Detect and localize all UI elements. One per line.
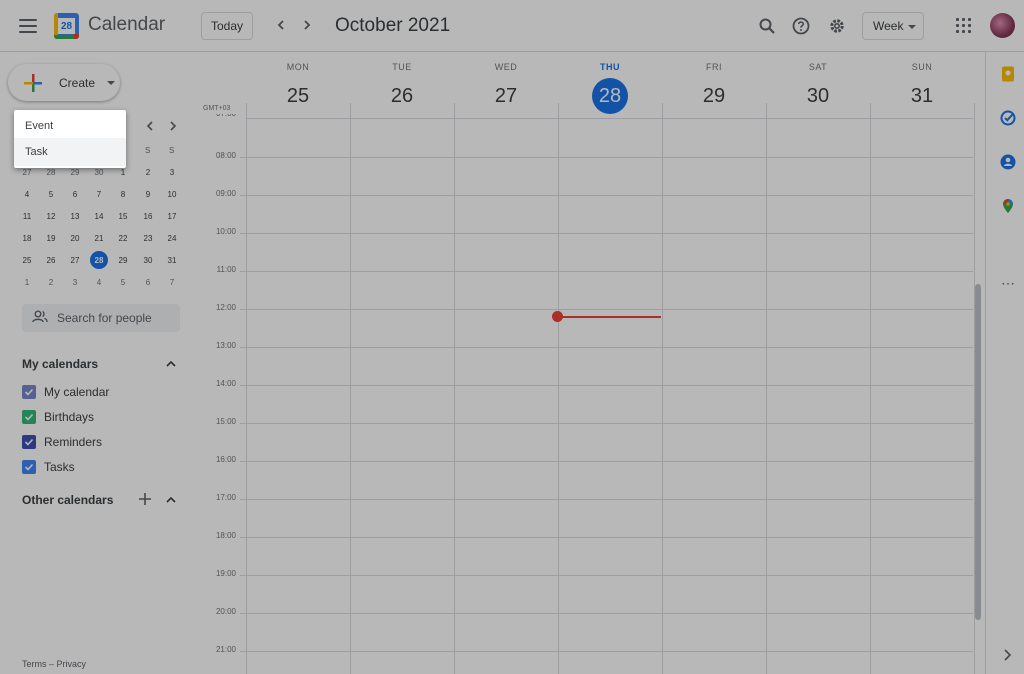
create-menu-item-event[interactable]: Event	[14, 112, 126, 140]
create-menu-item-task[interactable]: Task	[14, 138, 126, 166]
create-menu: Event Task	[14, 110, 126, 168]
modal-scrim[interactable]	[0, 0, 1024, 674]
